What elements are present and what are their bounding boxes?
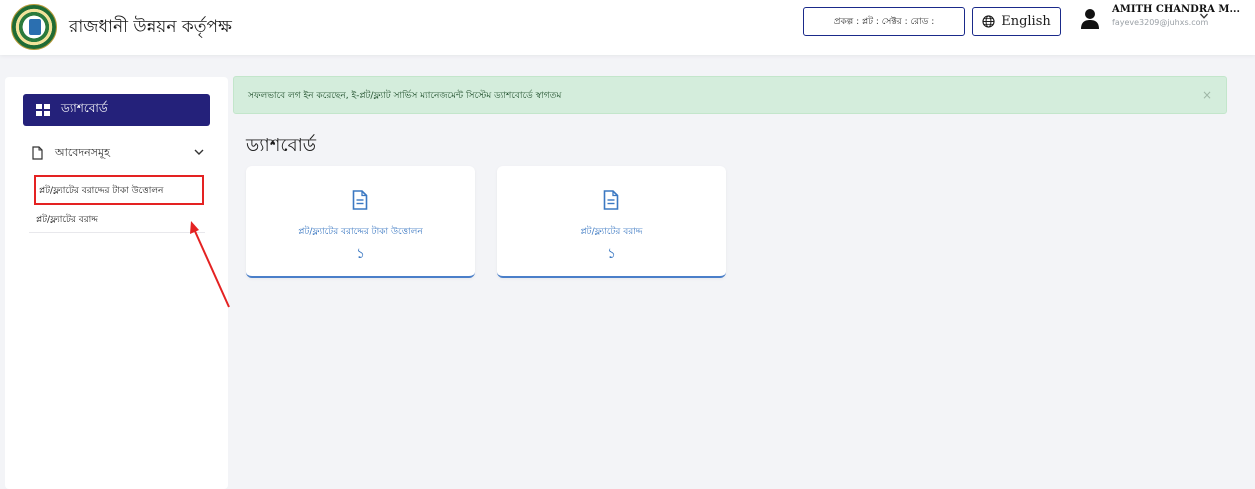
dashboard-card-withdrawal[interactable]: প্লট/ফ্ল্যাটের বরাদ্দের টাকা উত্তোলন ১ (246, 166, 475, 278)
grid-icon (36, 104, 50, 116)
dashboard-card-allocation[interactable]: প্লট/ফ্ল্যাটের বরাদ্দ ১ (497, 166, 726, 278)
user-name[interactable]: AMITH CHANDRA M... (1112, 4, 1240, 15)
sidebar: ড্যাশবোর্ড আবেদনসমূহ প্লট/ফ্ল্যাটের বরাদ… (5, 77, 228, 489)
language-switch-button[interactable]: English (972, 7, 1061, 36)
chevron-down-icon (194, 149, 204, 155)
globe-icon (982, 15, 995, 28)
chevron-down-icon[interactable] (1199, 11, 1209, 21)
brand-title[interactable]: রাজধানী উন্নয়ন কর্তৃপক্ষ (69, 14, 232, 42)
rajuk-logo[interactable] (11, 4, 57, 50)
project-info-box: প্রকল্প : প্লট : সেক্টর : রোড : (803, 7, 965, 36)
alert-message: সফলভাবে লগ ইন করেছেন, ই-প্লট/ফ্ল্যাট সার… (248, 90, 562, 101)
success-alert: সফলভাবে লগ ইন করেছেন, ই-প্লট/ফ্ল্যাট সার… (233, 76, 1227, 114)
user-icon[interactable] (1080, 8, 1100, 30)
top-navbar: রাজধানী উন্নয়ন কর্তৃপক্ষ প্রকল্প : প্লট… (0, 0, 1255, 55)
page-title: ড্যাশবোর্ড (246, 135, 317, 156)
file-icon (32, 146, 43, 160)
language-label: English (1001, 14, 1051, 29)
sidebar-subitem-withdrawal[interactable]: প্লট/ফ্ল্যাটের বরাদ্দের টাকা উত্তোলন (34, 175, 204, 205)
logo-emblem (29, 19, 41, 35)
user-email: fayeve3209@juhxs.com (1112, 18, 1209, 27)
sidebar-item-dashboard[interactable]: ড্যাশবোর্ড (23, 94, 210, 126)
card-label: প্লট/ফ্ল্যাটের বরাদ্দের টাকা উত্তোলন (298, 227, 423, 237)
document-icon (603, 190, 619, 210)
card-count: ১ (606, 246, 617, 262)
card-count: ১ (355, 246, 366, 262)
document-icon (352, 190, 368, 210)
sidebar-subitem-allocation[interactable]: প্লট/ফ্ল্যাটের বরাদ্দ (29, 207, 205, 233)
sidebar-item-label: আবেদনসমূহ (55, 145, 110, 159)
sidebar-item-applications[interactable]: আবেদনসমূহ (23, 139, 210, 167)
sidebar-item-label: ড্যাশবোর্ড (61, 101, 108, 115)
card-label: প্লট/ফ্ল্যাটের বরাদ্দ (580, 227, 643, 237)
close-icon[interactable]: × (1202, 88, 1212, 102)
